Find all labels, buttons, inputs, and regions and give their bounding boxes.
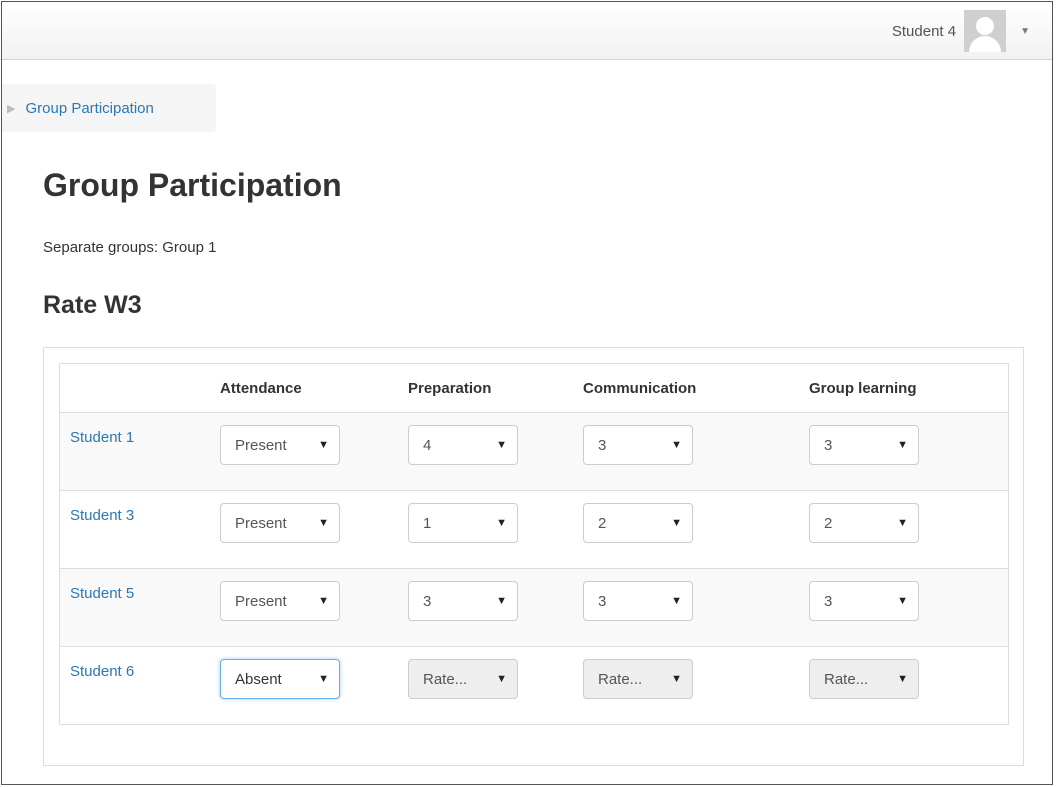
attendance-cell: Absent ▼: [210, 646, 398, 725]
preparation-select[interactable]: 4 ▼: [408, 425, 518, 465]
select-value: Absent: [235, 670, 282, 688]
group-learning-cell: 3 ▼: [799, 412, 1009, 491]
student-cell: Student 5: [59, 568, 210, 647]
select-value: 3: [824, 436, 833, 454]
group-learning-cell: 2 ▼: [799, 490, 1009, 569]
select-value: Rate...: [598, 670, 643, 688]
attendance-cell: Present ▼: [210, 412, 398, 491]
column-header-group-learning: Group learning: [809, 379, 917, 397]
dropdown-arrow-icon: ▼: [496, 439, 507, 451]
dropdown-arrow-icon: ▼: [318, 673, 329, 685]
select-value: 2: [824, 514, 833, 532]
rating-panel: Attendance Preparation Communication Gro…: [43, 347, 1024, 766]
attendance-select[interactable]: Present ▼: [220, 425, 340, 465]
select-value: 3: [824, 592, 833, 610]
attendance-select[interactable]: Present ▼: [220, 503, 340, 543]
communication-select: Rate... ▼: [583, 659, 693, 699]
dropdown-arrow-icon: ▼: [318, 517, 329, 529]
user-name: Student 4: [891, 22, 957, 40]
dropdown-arrow-icon: ▼: [897, 439, 908, 451]
dropdown-arrow-icon: ▼: [671, 595, 682, 607]
breadcrumb-arrow-icon: ▶: [7, 102, 16, 115]
column-header-preparation: Preparation: [408, 379, 492, 397]
table-row: Student 1 Present ▼ 4 ▼ 3 ▼ 3 ▼: [59, 412, 1009, 491]
breadcrumb: ▶ Group Participation: [2, 84, 216, 132]
communication-select[interactable]: 3 ▼: [583, 581, 693, 621]
app-window: Student 4 ▼ ▶ Group Participation Group …: [1, 1, 1053, 785]
communication-cell: Rate... ▼: [573, 646, 799, 725]
select-value: Present: [235, 592, 287, 610]
dropdown-arrow-icon: ▼: [897, 673, 908, 685]
group-learning-select[interactable]: 2 ▼: [809, 503, 919, 543]
dropdown-arrow-icon: ▼: [671, 673, 682, 685]
student-link[interactable]: Student 3: [70, 507, 134, 524]
student-cell: Student 1: [59, 412, 210, 491]
attendance-select[interactable]: Absent ▼: [220, 659, 340, 699]
select-value: Rate...: [423, 670, 468, 688]
select-value: 1: [423, 514, 432, 532]
communication-cell: 3 ▼: [573, 568, 799, 647]
dropdown-arrow-icon: ▼: [671, 439, 682, 451]
student-link[interactable]: Student 1: [70, 429, 134, 446]
avatar-body: [969, 36, 1002, 52]
dropdown-arrow-icon: ▼: [496, 673, 507, 685]
group-learning-select[interactable]: 3 ▼: [809, 425, 919, 465]
communication-select[interactable]: 3 ▼: [583, 425, 693, 465]
student-link[interactable]: Student 6: [70, 663, 134, 680]
table-row: Student 5 Present ▼ 3 ▼ 3 ▼ 3 ▼: [59, 568, 1009, 647]
dropdown-arrow-icon: ▼: [318, 439, 329, 451]
page-title: Group Participation: [43, 167, 342, 203]
preparation-select[interactable]: 3 ▼: [408, 581, 518, 621]
rating-table: Attendance Preparation Communication Gro…: [59, 363, 1009, 725]
dropdown-arrow-icon: ▼: [496, 595, 507, 607]
preparation-cell: 3 ▼: [398, 568, 573, 647]
student-cell: Student 3: [59, 490, 210, 569]
select-value: 4: [423, 436, 432, 454]
chevron-down-icon[interactable]: ▼: [1020, 26, 1030, 37]
preparation-select[interactable]: 1 ▼: [408, 503, 518, 543]
preparation-cell: 1 ▼: [398, 490, 573, 569]
dropdown-arrow-icon: ▼: [671, 517, 682, 529]
group-learning-cell: 3 ▼: [799, 568, 1009, 647]
column-header-communication: Communication: [583, 379, 697, 397]
student-link[interactable]: Student 5: [70, 585, 134, 602]
select-value: 3: [598, 436, 607, 454]
avatar[interactable]: [964, 10, 1007, 52]
column-header-student: [60, 364, 211, 413]
table-row: Student 3 Present ▼ 1 ▼ 2 ▼ 2 ▼: [59, 490, 1009, 569]
group-learning-select: Rate... ▼: [809, 659, 919, 699]
preparation-cell: 4 ▼: [398, 412, 573, 491]
select-value: 3: [598, 592, 607, 610]
dropdown-arrow-icon: ▼: [496, 517, 507, 529]
dropdown-arrow-icon: ▼: [897, 517, 908, 529]
attendance-cell: Present ▼: [210, 490, 398, 569]
column-header-attendance: Attendance: [220, 379, 302, 397]
select-value: Present: [235, 514, 287, 532]
preparation-cell: Rate... ▼: [398, 646, 573, 725]
dropdown-arrow-icon: ▼: [318, 595, 329, 607]
rating-section-title: Rate W3: [43, 291, 142, 319]
breadcrumb-link-group-participation[interactable]: Group Participation: [25, 100, 153, 117]
dropdown-arrow-icon: ▼: [897, 595, 908, 607]
table-header-row: Attendance Preparation Communication Gro…: [60, 364, 1009, 413]
select-value: Present: [235, 436, 287, 454]
top-navbar: Student 4 ▼: [2, 2, 1052, 60]
select-value: 2: [598, 514, 607, 532]
student-cell: Student 6: [59, 646, 210, 725]
attendance-select[interactable]: Present ▼: [220, 581, 340, 621]
communication-cell: 2 ▼: [573, 490, 799, 569]
avatar-head: [976, 17, 995, 35]
select-value: 3: [423, 592, 432, 610]
preparation-select: Rate... ▼: [408, 659, 518, 699]
table-row: Student 6 Absent ▼ Rate... ▼ Rate... ▼ Rate…: [59, 646, 1009, 725]
communication-select[interactable]: 2 ▼: [583, 503, 693, 543]
group-learning-select[interactable]: 3 ▼: [809, 581, 919, 621]
user-menu[interactable]: Student 4 ▼: [892, 5, 1030, 57]
communication-cell: 3 ▼: [573, 412, 799, 491]
group-mode-text: Separate groups: Group 1: [43, 239, 217, 256]
group-learning-cell: Rate... ▼: [799, 646, 1009, 725]
select-value: Rate...: [824, 670, 869, 688]
attendance-cell: Present ▼: [210, 568, 398, 647]
